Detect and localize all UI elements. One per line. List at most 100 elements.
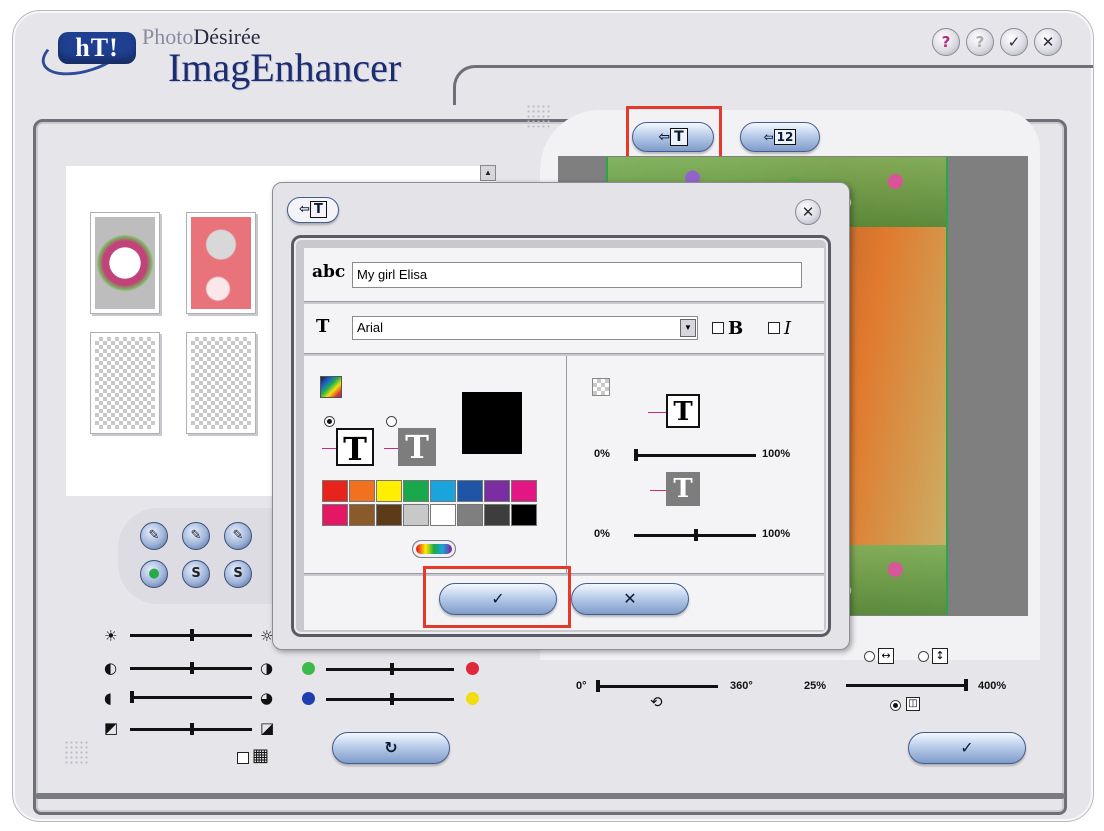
- color-swatch[interactable]: [457, 480, 483, 502]
- decor-dots: [526, 104, 552, 130]
- template-thumb[interactable]: [90, 212, 160, 314]
- grid-icon: ▦: [252, 745, 270, 766]
- rotate-reset-button[interactable]: ↻: [332, 732, 450, 764]
- green-red-slider[interactable]: [326, 663, 454, 675]
- slider-knob[interactable]: [190, 629, 194, 641]
- text-opacity-slider[interactable]: [634, 449, 756, 461]
- text-color-preview[interactable]: T: [336, 428, 374, 468]
- slider-knob[interactable]: [694, 529, 698, 541]
- color-swatch[interactable]: [511, 480, 537, 502]
- logo-mark: hT!: [58, 32, 136, 64]
- highlight-ok-button: [423, 566, 571, 628]
- blue-dot: [302, 692, 315, 705]
- chevron-down-icon[interactable]: ▼: [680, 319, 696, 337]
- color-swatch[interactable]: [322, 480, 348, 502]
- dialog-close-icon[interactable]: ✕: [795, 199, 821, 225]
- dialog-title-icon: ⇦ T: [287, 197, 339, 223]
- grid-checkbox[interactable]: [237, 752, 249, 764]
- logo: hT!: [35, 14, 140, 86]
- color-swatch[interactable]: [376, 504, 402, 526]
- color-swatch[interactable]: [376, 480, 402, 502]
- stamp-tool-icon[interactable]: S: [224, 560, 252, 588]
- help-icon[interactable]: ?: [966, 28, 994, 56]
- logo-text: hT!: [75, 33, 119, 62]
- color-picker-icon[interactable]: [320, 376, 342, 398]
- fit-page-radio[interactable]: [890, 700, 901, 711]
- help-about-icon[interactable]: ?: [932, 28, 960, 56]
- shadow-opacity-preview: T: [666, 472, 700, 506]
- shadow-opacity-slider[interactable]: [634, 529, 756, 541]
- scroll-up-icon[interactable]: ▲: [480, 165, 496, 181]
- slider-knob[interactable]: [964, 679, 968, 691]
- blue-yellow-slider[interactable]: [326, 693, 454, 705]
- slider-knob[interactable]: [390, 663, 394, 675]
- dialog-cancel-button[interactable]: ✕: [571, 583, 689, 615]
- zoom-min-label: 25%: [804, 680, 827, 692]
- green-dot: [302, 662, 315, 675]
- stamp-tool-icon[interactable]: S: [182, 560, 210, 588]
- color-swatch[interactable]: [457, 504, 483, 526]
- font-row: T Arial ▼ B I: [304, 304, 824, 354]
- slider-knob[interactable]: [130, 691, 134, 703]
- text-opacity-max-label: 100%: [762, 448, 791, 460]
- close-icon[interactable]: ✕: [1034, 28, 1062, 56]
- contrast-slider[interactable]: [130, 662, 252, 674]
- header-curve: [453, 65, 1093, 105]
- tool-panel: [118, 508, 288, 604]
- bold-checkbox[interactable]: [712, 322, 724, 334]
- add-date-tab-label: 12: [773, 129, 797, 145]
- selected-color-swatch: [462, 392, 522, 454]
- rotation-max-label: 360°: [730, 680, 753, 692]
- text-opacity-min-label: 0%: [594, 448, 610, 460]
- shadow-slider[interactable]: [130, 691, 252, 703]
- color-swatch[interactable]: [349, 480, 375, 502]
- color-swatch[interactable]: [403, 504, 429, 526]
- gamma-slider[interactable]: [130, 723, 252, 735]
- color-swatch[interactable]: [484, 504, 510, 526]
- color-swatch[interactable]: [511, 504, 537, 526]
- zoom-slider[interactable]: [846, 679, 968, 691]
- italic-label: I: [784, 318, 792, 339]
- fit-height-radio[interactable]: [918, 651, 929, 662]
- shadow-opacity-max-label: 100%: [762, 528, 791, 540]
- slider-knob[interactable]: [596, 680, 600, 692]
- fit-page-icon: ◫: [906, 697, 920, 711]
- template-thumb[interactable]: [186, 332, 256, 434]
- rotation-min-label: 0°: [576, 680, 587, 692]
- color-swatch[interactable]: [322, 504, 348, 526]
- brush-tool-icon[interactable]: ✎: [224, 522, 252, 550]
- shadow-icon: ◖: [104, 689, 112, 707]
- brightness-icon: ☀: [104, 627, 118, 645]
- text-label: abc: [312, 262, 346, 282]
- color-swatch[interactable]: [430, 480, 456, 502]
- brand-imagenhancer: ImagEnhancer: [168, 45, 402, 90]
- text-opacity-preview: T: [666, 394, 700, 428]
- color-swatch[interactable]: [349, 504, 375, 526]
- color-tool-icon[interactable]: ●: [140, 560, 168, 588]
- italic-checkbox[interactable]: [768, 322, 780, 334]
- add-date-tab[interactable]: ⇦ 12: [740, 122, 820, 152]
- template-thumb[interactable]: [186, 212, 256, 314]
- more-colors-button[interactable]: [412, 540, 456, 558]
- brush-tool-icon[interactable]: ✎: [182, 522, 210, 550]
- color-swatch[interactable]: [403, 480, 429, 502]
- color-swatch[interactable]: [484, 480, 510, 502]
- text-color-radio[interactable]: [324, 416, 335, 427]
- text-input[interactable]: My girl Elisa: [352, 262, 802, 288]
- apply-button[interactable]: ✓: [908, 732, 1026, 764]
- template-thumb[interactable]: [90, 332, 160, 434]
- ok-icon[interactable]: ✓: [1000, 28, 1028, 56]
- font-select[interactable]: Arial: [352, 316, 698, 340]
- slider-knob[interactable]: [390, 693, 394, 705]
- brightness-slider[interactable]: [130, 629, 252, 641]
- slider-knob[interactable]: [190, 723, 194, 735]
- color-swatch[interactable]: [430, 504, 456, 526]
- slider-knob[interactable]: [634, 449, 638, 461]
- text-row: abc My girl Elisa: [304, 248, 824, 302]
- fit-width-radio[interactable]: [864, 651, 875, 662]
- shadow-color-preview[interactable]: T: [398, 428, 436, 466]
- rotation-slider[interactable]: [596, 680, 718, 692]
- shadow-color-radio[interactable]: [386, 416, 397, 427]
- brush-tool-icon[interactable]: ✎: [140, 522, 168, 550]
- slider-knob[interactable]: [190, 662, 194, 674]
